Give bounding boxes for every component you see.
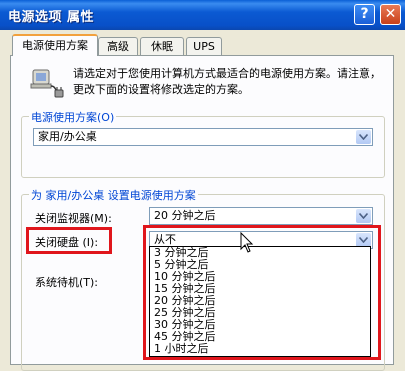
scheme-group-label: 电源使用方案(O) <box>29 109 117 125</box>
mouse-cursor-icon <box>240 232 254 253</box>
help-button[interactable]: ? <box>354 4 375 25</box>
dropdown-option[interactable]: 1 小时之后 <box>150 343 370 355</box>
hard-disk-dropdown-list[interactable]: 3 分钟之后 5 分钟之后 10 分钟之后 15 分钟之后 20 分钟之后 25… <box>149 246 371 357</box>
tab-hibernate[interactable]: 休眠 <box>140 37 184 55</box>
title-bar[interactable]: 电源选项 属性 ? ✕ <box>0 0 405 30</box>
monitor-value: 20 分钟之后 <box>154 209 216 222</box>
monitor-label: 关闭监视器(M): <box>35 212 112 225</box>
close-button[interactable]: ✕ <box>380 4 401 25</box>
monitor-select[interactable]: 20 分钟之后 <box>149 207 373 225</box>
power-plug-icon <box>30 69 64 98</box>
intro-text: 请选定对于您使用计算机方式最适合的电源使用方案。请注意，更改下面的设置将修改选定… <box>73 67 381 96</box>
tab-ups[interactable]: UPS <box>186 37 222 55</box>
power-scheme-value: 家用/办公桌 <box>38 130 97 143</box>
disk-label-highlight <box>26 227 112 254</box>
window-title: 电源选项 属性 <box>8 10 95 25</box>
scheme-group-box <box>21 116 385 178</box>
chevron-down-icon[interactable] <box>356 130 371 144</box>
chevron-down-icon[interactable] <box>356 209 371 223</box>
tab-advanced[interactable]: 高级 <box>98 37 138 55</box>
tab-power-schemes[interactable]: 电源使用方案 <box>12 34 98 56</box>
power-scheme-select[interactable]: 家用/办公桌 <box>33 128 373 146</box>
standby-label: 系统待机(T): <box>35 276 99 289</box>
settings-group-label: 为 家用/办公桌 设置电源使用方案 <box>29 187 198 203</box>
